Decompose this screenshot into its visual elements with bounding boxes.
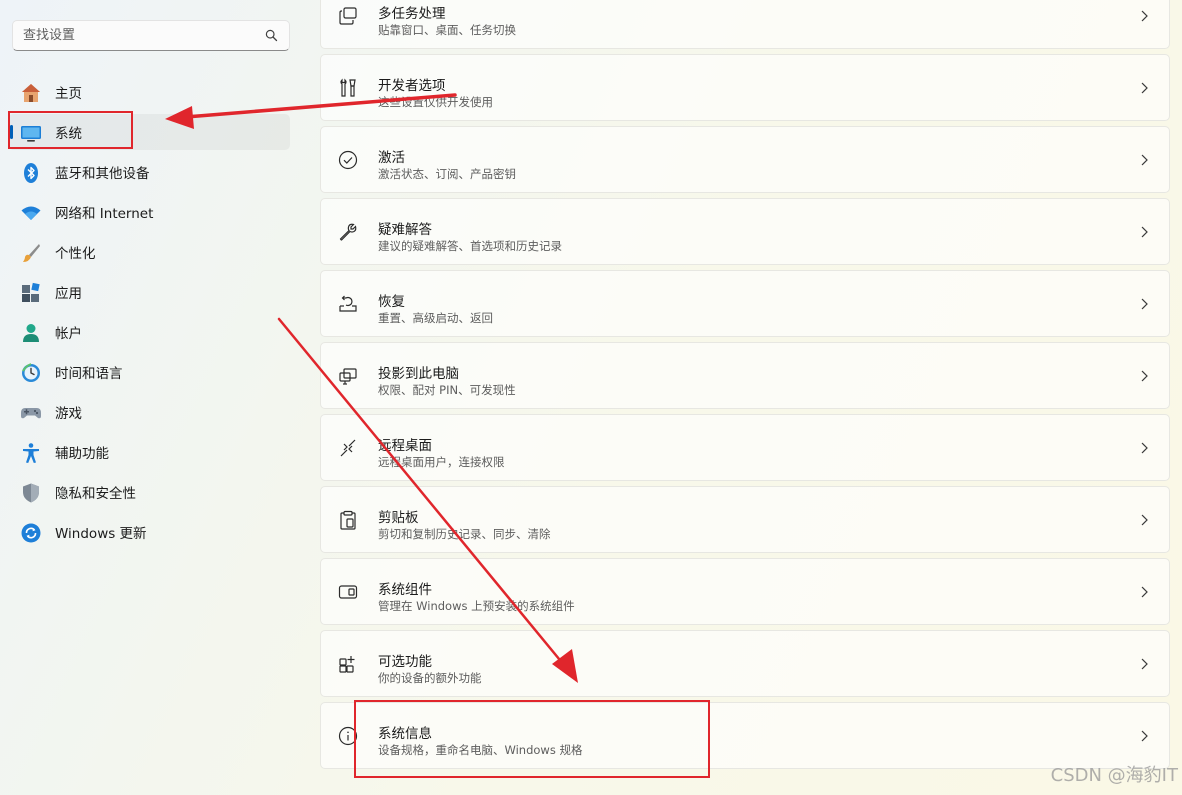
sidebar-item-label: 辅助功能: [55, 446, 109, 462]
card-system-components[interactable]: 系统组件 管理在 Windows 上预安装的系统组件: [320, 558, 1170, 625]
sidebar-item-home[interactable]: 主页: [8, 74, 290, 110]
apps-icon: [20, 282, 42, 304]
developer-tools-icon: [337, 77, 359, 99]
card-activation[interactable]: 激活 激活状态、订阅、产品密钥: [320, 126, 1170, 193]
account-icon: [20, 322, 42, 344]
card-title: 恢复: [378, 294, 405, 310]
sidebar-item-bluetooth[interactable]: 蓝牙和其他设备: [8, 154, 290, 190]
card-subtitle: 贴靠窗口、桌面、任务切换: [378, 23, 516, 37]
recovery-icon: [337, 293, 359, 315]
sidebar-item-label: 系统: [55, 126, 82, 142]
chevron-right-icon: [1139, 730, 1149, 742]
card-subtitle: 激活状态、订阅、产品密钥: [378, 167, 516, 181]
sidebar-item-label: 网络和 Internet: [55, 206, 154, 222]
card-title: 多任务处理: [378, 6, 446, 22]
chevron-right-icon: [1139, 658, 1149, 670]
card-title: 剪贴板: [378, 510, 419, 526]
card-clipboard[interactable]: 剪贴板 剪切和复制历史记录、同步、清除: [320, 486, 1170, 553]
sidebar-item-label: 时间和语言: [55, 366, 123, 382]
card-subtitle: 设备规格，重命名电脑、Windows 规格: [378, 743, 583, 757]
sidebar-item-label: 蓝牙和其他设备: [55, 166, 150, 182]
optional-features-icon: [337, 653, 359, 675]
sidebar: 主页 系统 蓝牙和其他设备 网络和 Internet 个性化 应用: [0, 0, 305, 795]
sidebar-item-personalization[interactable]: 个性化: [8, 234, 290, 270]
card-optional-features[interactable]: 可选功能 你的设备的额外功能: [320, 630, 1170, 697]
chevron-right-icon: [1139, 370, 1149, 382]
search-input[interactable]: [23, 28, 243, 43]
card-title: 系统信息: [378, 726, 432, 742]
card-about-system-info[interactable]: 系统信息 设备规格，重命名电脑、Windows 规格: [320, 702, 1170, 769]
gamepad-icon: [20, 402, 42, 424]
card-remote-desktop[interactable]: 远程桌面 远程桌面用户，连接权限: [320, 414, 1170, 481]
chevron-right-icon: [1139, 10, 1149, 22]
card-multitasking[interactable]: 多任务处理 贴靠窗口、桌面、任务切换: [320, 0, 1170, 49]
paintbrush-icon: [20, 242, 42, 264]
sidebar-item-gaming[interactable]: 游戏: [8, 394, 290, 430]
card-title: 远程桌面: [378, 438, 432, 454]
home-icon: [20, 82, 42, 104]
card-subtitle: 管理在 Windows 上预安装的系统组件: [378, 599, 575, 613]
sidebar-item-time-language[interactable]: 时间和语言: [8, 354, 290, 390]
wifi-icon: [20, 202, 42, 224]
card-project-to-pc[interactable]: 投影到此电脑 权限、配对 PIN、可发现性: [320, 342, 1170, 409]
card-subtitle: 剪切和复制历史记录、同步、清除: [378, 527, 551, 541]
sidebar-item-label: Windows 更新: [55, 526, 147, 542]
chevron-right-icon: [1139, 154, 1149, 166]
watermark: CSDN @海豹IT: [1050, 765, 1178, 786]
system-components-icon: [337, 581, 359, 603]
sidebar-item-privacy-security[interactable]: 隐私和安全性: [8, 474, 290, 510]
sidebar-item-label: 个性化: [55, 246, 96, 262]
card-subtitle: 权限、配对 PIN、可发现性: [378, 383, 516, 397]
accessibility-icon: [20, 442, 42, 464]
card-title: 疑难解答: [378, 222, 432, 238]
chevron-right-icon: [1139, 442, 1149, 454]
activation-check-icon: [337, 149, 359, 171]
card-subtitle: 重置、高级启动、返回: [378, 311, 493, 325]
card-title: 激活: [378, 150, 405, 166]
sidebar-item-apps[interactable]: 应用: [8, 274, 290, 310]
remote-desktop-icon: [337, 437, 359, 459]
card-troubleshoot[interactable]: 疑难解答 建议的疑难解答、首选项和历史记录: [320, 198, 1170, 265]
globe-clock-icon: [20, 362, 42, 384]
search-box[interactable]: [12, 20, 290, 51]
chevron-right-icon: [1139, 298, 1149, 310]
chevron-right-icon: [1139, 82, 1149, 94]
chevron-right-icon: [1139, 226, 1149, 238]
sidebar-item-windows-update[interactable]: Windows 更新: [8, 514, 290, 550]
card-developer-options[interactable]: 开发者选项 这些设置仅供开发使用: [320, 54, 1170, 121]
sidebar-item-accessibility[interactable]: 辅助功能: [8, 434, 290, 470]
selection-indicator: [10, 125, 13, 139]
info-icon: [337, 725, 359, 747]
sidebar-item-network[interactable]: 网络和 Internet: [8, 194, 290, 230]
wrench-icon: [337, 221, 359, 243]
card-subtitle: 这些设置仅供开发使用: [378, 95, 493, 109]
bluetooth-icon: [20, 162, 42, 184]
card-title: 可选功能: [378, 654, 432, 670]
sidebar-item-system[interactable]: 系统: [8, 114, 290, 150]
chevron-right-icon: [1139, 514, 1149, 526]
multitasking-icon: [337, 5, 359, 27]
sidebar-item-label: 隐私和安全性: [55, 486, 136, 502]
sidebar-item-label: 帐户: [55, 326, 82, 342]
card-subtitle: 建议的疑难解答、首选项和历史记录: [378, 239, 562, 253]
projection-icon: [337, 365, 359, 387]
sidebar-item-label: 游戏: [55, 406, 82, 422]
system-display-icon: [20, 122, 42, 144]
windows-update-icon: [20, 522, 42, 544]
shield-icon: [20, 482, 42, 504]
clipboard-icon: [337, 509, 359, 531]
card-title: 系统组件: [378, 582, 432, 598]
card-recovery[interactable]: 恢复 重置、高级启动、返回: [320, 270, 1170, 337]
card-title: 开发者选项: [378, 78, 446, 94]
sidebar-item-label: 主页: [55, 86, 82, 102]
card-subtitle: 远程桌面用户，连接权限: [378, 455, 505, 469]
chevron-right-icon: [1139, 586, 1149, 598]
sidebar-item-accounts[interactable]: 帐户: [8, 314, 290, 350]
card-subtitle: 你的设备的额外功能: [378, 671, 482, 685]
sidebar-item-label: 应用: [55, 286, 82, 302]
card-title: 投影到此电脑: [378, 366, 459, 382]
search-icon[interactable]: [265, 29, 279, 43]
